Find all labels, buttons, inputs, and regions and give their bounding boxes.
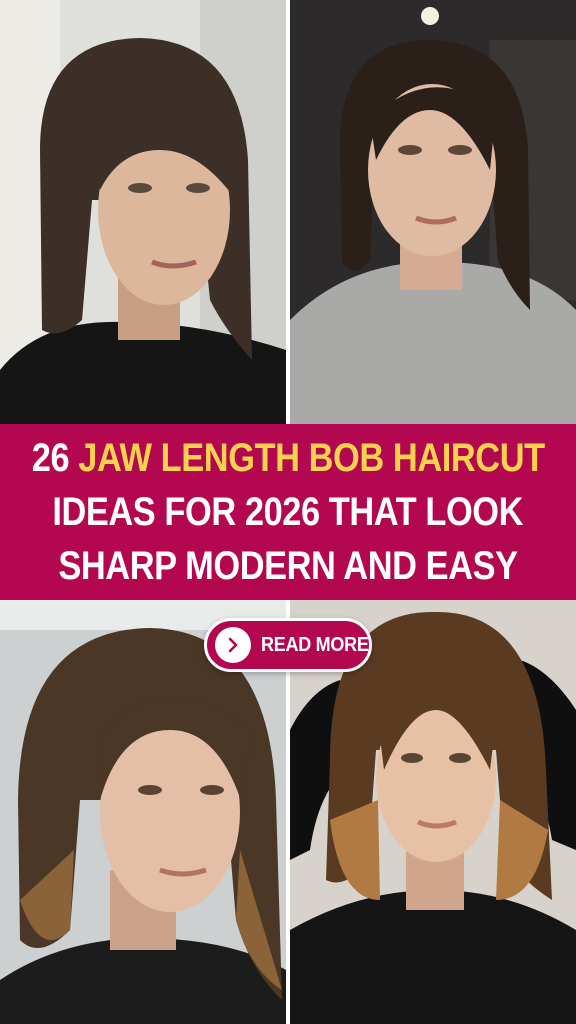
pin-page: 26 JAW LENGTH BOB HAIRCUT IDEAS FOR 2026… (0, 0, 576, 1024)
photo-top-left (0, 0, 286, 424)
title-banner: 26 JAW LENGTH BOB HAIRCUT IDEAS FOR 2026… (0, 424, 576, 600)
title-highlight: JAW LENGTH BOB HAIRCUT (78, 436, 545, 480)
title-line-2: IDEAS FOR 2026 THAT LOOK (52, 490, 524, 534)
title-number: 26 (31, 436, 70, 480)
photo-top-right (290, 0, 576, 424)
read-more-label: READ MORE (261, 633, 369, 656)
read-more-button[interactable]: READ MORE (204, 618, 372, 672)
title-line-3: SHARP MODERN AND EASY (58, 544, 518, 588)
chevron-right-icon (215, 627, 251, 663)
title-line-1: 26 JAW LENGTH BOB HAIRCUT (32, 431, 545, 485)
